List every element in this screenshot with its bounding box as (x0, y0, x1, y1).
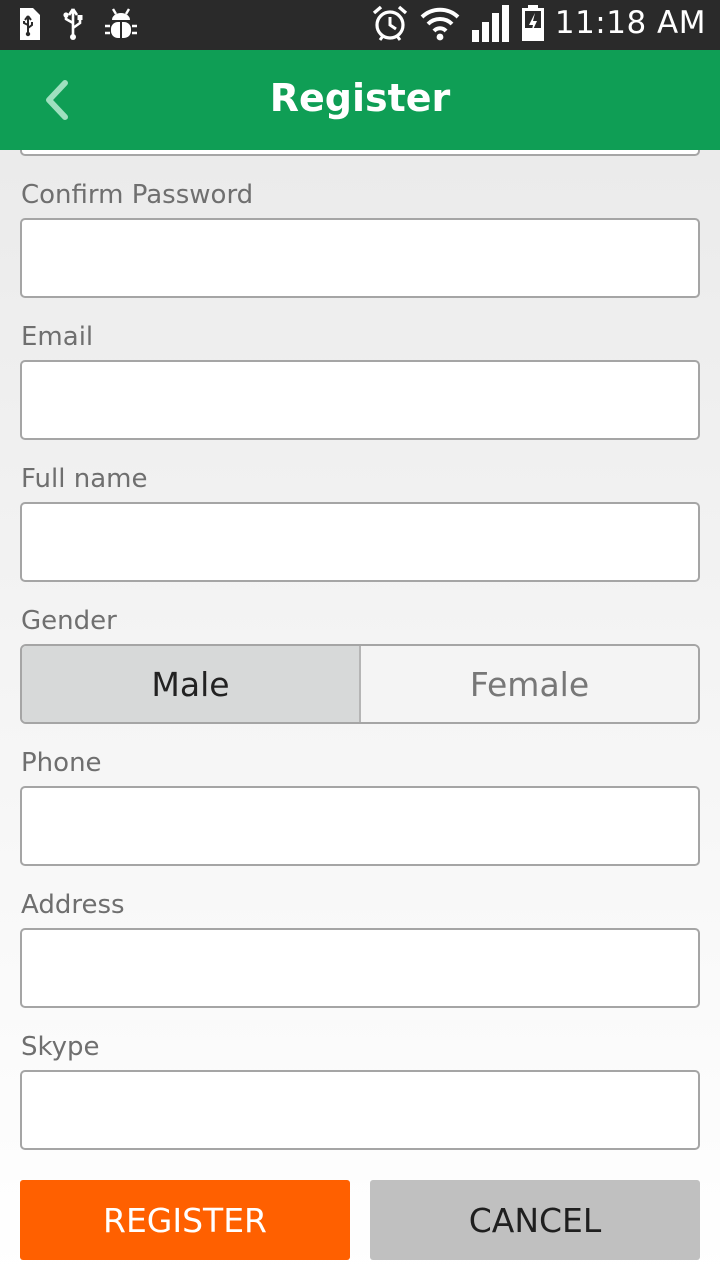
full-name-label: Full name (21, 464, 148, 494)
phone-field[interactable] (20, 786, 700, 866)
status-bar-time: 11:18 AM (554, 5, 706, 41)
wifi-icon (420, 7, 460, 41)
status-bar: 11:18 AM (0, 0, 720, 50)
email-field[interactable] (20, 360, 700, 440)
status-bar-notifications (16, 6, 138, 42)
usb-icon (63, 8, 83, 40)
phone-label: Phone (21, 748, 102, 778)
address-field[interactable] (20, 928, 700, 1008)
battery-charging-icon (521, 5, 544, 41)
usb-storage-icon (20, 8, 40, 40)
page-title: Register (269, 76, 451, 120)
confirm-password-field[interactable] (20, 218, 700, 298)
skype-field[interactable] (20, 1070, 700, 1150)
gender-option-female[interactable]: Female (359, 646, 698, 722)
register-button[interactable]: REGISTER (20, 1180, 350, 1260)
full-name-field[interactable] (20, 502, 700, 582)
alarm-icon (372, 5, 407, 41)
password-field[interactable] (20, 150, 700, 156)
signal-icon (471, 5, 509, 42)
status-bar-system: 11:18 AM (371, 4, 706, 42)
confirm-password-label: Confirm Password (21, 180, 254, 210)
email-label: Email (21, 322, 94, 352)
register-form: Confirm Password Email Full name Gender … (0, 150, 720, 1280)
gender-selector: Male Female (20, 644, 700, 724)
gender-label: Gender (21, 606, 117, 636)
app-bar: Register (0, 50, 720, 150)
debug-bug-icon (105, 8, 137, 38)
skype-label: Skype (21, 1032, 100, 1062)
gender-option-male[interactable]: Male (22, 646, 359, 722)
address-label: Address (21, 890, 125, 920)
cancel-button[interactable]: CANCEL (370, 1180, 700, 1260)
